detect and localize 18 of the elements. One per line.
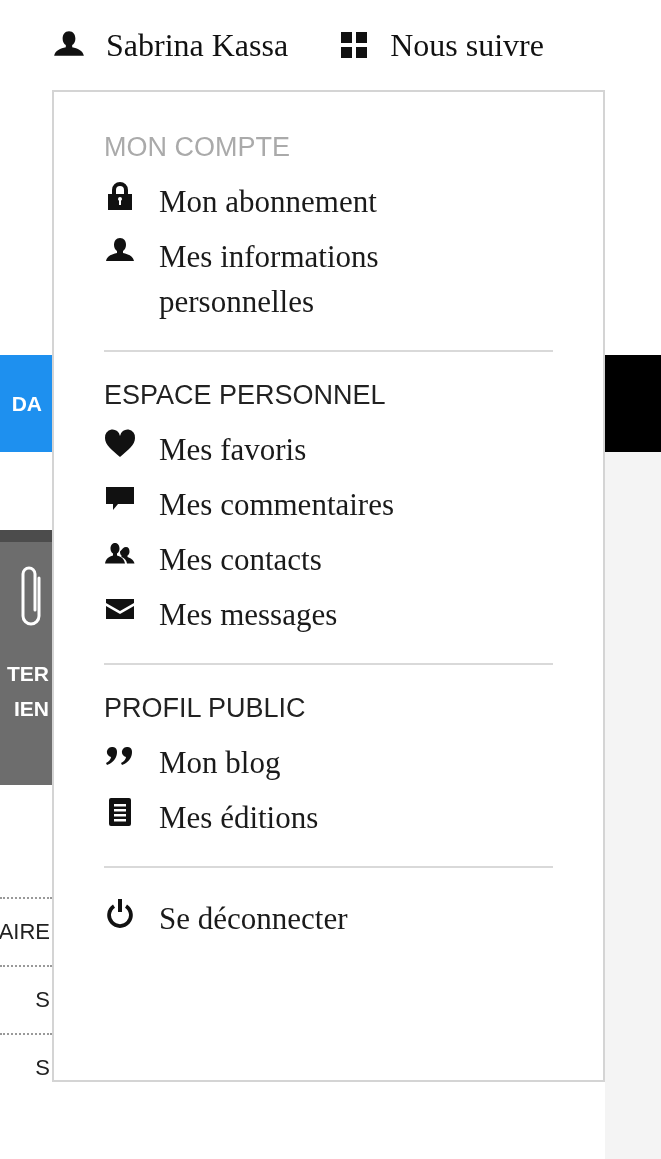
side-button[interactable]: TER IEN [0, 530, 52, 785]
menu-item[interactable]: Mes messages [104, 592, 553, 637]
menu-item[interactable]: Mes favoris [104, 427, 553, 472]
menu-item[interactable]: Mes informations personnelles [104, 234, 553, 324]
menu-item[interactable]: Mes contacts [104, 537, 553, 582]
list-item[interactable]: S [35, 987, 50, 1013]
menu-item[interactable]: Mes éditions [104, 795, 553, 840]
menu-item[interactable]: Mes commentaires [104, 482, 553, 527]
nav-text: DA [11, 391, 42, 416]
section-heading: PROFIL PUBLIC [104, 693, 307, 724]
menu-item[interactable]: Se déconnecter [104, 896, 553, 941]
list-item[interactable]: S [35, 1055, 50, 1081]
section-heading: MON COMPTE [104, 132, 291, 163]
follow-link[interactable]: Nous suivre [338, 26, 544, 64]
user-menu-link[interactable]: Sabrina Kassa [52, 26, 289, 64]
menu-item[interactable]: Mon blog [104, 740, 553, 785]
menu-item[interactable]: Mon abonnement [104, 179, 553, 224]
section-heading: ESPACE PERSONNEL [104, 380, 387, 411]
